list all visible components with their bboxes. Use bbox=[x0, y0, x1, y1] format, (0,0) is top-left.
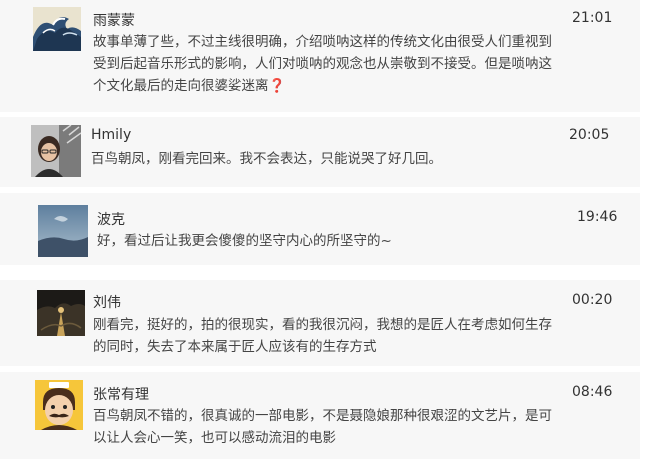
comment-text: 百鸟朝凤不错的，很真诚的一部电影，不是聂隐娘那种很艰涩的文艺片，是可 以让人会心… bbox=[93, 405, 593, 449]
wave-painting-avatar[interactable] bbox=[33, 7, 81, 51]
comment-time: 00:20 bbox=[572, 292, 613, 308]
comment-line: 个文化最后的走向很婆娑迷离❓ bbox=[93, 75, 613, 97]
comment-card: 雨蒙蒙 21:01 故事单薄了些，不过主线很明确，介绍唢呐这样的传统文化由很受人… bbox=[0, 0, 640, 112]
comment-line: 的同时，失去了本来属于匠人应该有的生存方式 bbox=[93, 339, 377, 355]
commenter-name[interactable]: 张常有理 bbox=[93, 384, 149, 404]
comment-text: 故事单薄了些，不过主线很明确，介绍唢呐这样的传统文化由很受人们重视到 受到后起音… bbox=[93, 31, 613, 97]
comment-card: 张常有理 08:46 百鸟朝凤不错的，很真诚的一部电影，不是聂隐娘那种很艰涩的文… bbox=[0, 372, 640, 459]
comment-line: 故事单薄了些，不过主线很明确，介绍唢呐这样的传统文化由很受人们重视到 bbox=[93, 34, 552, 50]
commenter-name[interactable]: 波克 bbox=[97, 209, 125, 229]
question-mark-icon: ❓ bbox=[268, 78, 286, 94]
comment-line: 好，看过后让我更会傻傻的坚守内心的所坚守的~ bbox=[97, 233, 392, 249]
comment-time: 19:46 bbox=[577, 209, 618, 225]
comment-text: 刚看完，挺好的，拍的很现实，看的我很沉闷，我想的是匠人在考虑如何生存 的同时，失… bbox=[93, 314, 593, 358]
comment-line-text: 个文化最后的走向很婆娑迷离 bbox=[93, 78, 269, 94]
comment-text: 百鸟朝凤，刚看完回来。我不会表达，只能说哭了好几回。 bbox=[91, 148, 611, 170]
person-photo-avatar[interactable] bbox=[31, 125, 81, 177]
comment-card: 刘伟 00:20 刚看完，挺好的，拍的很现实，看的我很沉闷，我想的是匠人在考虑如… bbox=[0, 280, 640, 366]
comment-card: Hmily 20:05 百鸟朝凤，刚看完回来。我不会表达，只能说哭了好几回。 bbox=[0, 117, 640, 187]
comment-line: 刚看完，挺好的，拍的很现实，看的我很沉闷，我想的是匠人在考虑如何生存 bbox=[93, 317, 552, 333]
comment-line: 受到后起音乐形式的影响，人们对唢呐的观念也从崇敬到不接受。但是唢呐这 bbox=[93, 56, 552, 72]
comment-card: 波克 19:46 好，看过后让我更会傻傻的坚守内心的所坚守的~ bbox=[0, 193, 640, 265]
comment-line: 百鸟朝凤，刚看完回来。我不会表达，只能说哭了好几回。 bbox=[91, 151, 442, 167]
blue-sky-avatar[interactable] bbox=[38, 205, 88, 257]
comment-time: 20:05 bbox=[569, 127, 610, 143]
commenter-name[interactable]: Hmily bbox=[91, 127, 131, 143]
comment-time: 08:46 bbox=[572, 384, 613, 400]
comment-line: 以让人会心一笑，也可以感动流泪的电影 bbox=[93, 430, 336, 446]
comment-time: 21:01 bbox=[572, 10, 613, 26]
comment-line: 百鸟朝凤不错的，很真诚的一部电影，不是聂隐娘那种很艰涩的文艺片，是可 bbox=[93, 408, 552, 424]
commenter-name[interactable]: 刘伟 bbox=[93, 292, 121, 312]
dark-landscape-avatar[interactable] bbox=[37, 290, 85, 336]
commenter-name[interactable]: 雨蒙蒙 bbox=[93, 10, 135, 30]
comment-text: 好，看过后让我更会傻傻的坚守内心的所坚守的~ bbox=[97, 230, 617, 252]
cartoon-mustache-avatar[interactable] bbox=[35, 380, 83, 430]
